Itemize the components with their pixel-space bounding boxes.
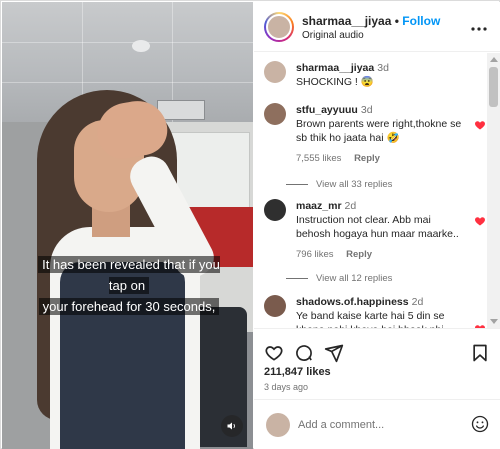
comment-item: stfu_ayyuuu 3d Brown parents were right,t… xyxy=(264,103,486,173)
comment-time: 3d xyxy=(360,104,373,116)
comment-text: Instruction not clear. Abb mai behosh ho… xyxy=(296,214,459,240)
comments-scrollbar[interactable] xyxy=(487,53,500,328)
heart-outline-icon[interactable] xyxy=(264,343,284,363)
follow-button[interactable]: Follow xyxy=(402,14,440,28)
view-replies-label: View all 33 replies xyxy=(316,179,393,190)
caption-line-1: It has been revealed that if you tap on xyxy=(38,256,220,294)
separator-dot: • xyxy=(394,14,399,28)
comment-username[interactable]: maaz_mr xyxy=(296,200,342,212)
video-caption: It has been revealed that if you tap on … xyxy=(30,254,228,317)
ceiling-light xyxy=(132,40,150,52)
heart-filled-icon[interactable] xyxy=(474,215,486,227)
heart-filled-icon[interactable] xyxy=(474,119,486,131)
post-dialog: It has been revealed that if you tap on … xyxy=(0,0,500,449)
emoji-icon[interactable] xyxy=(470,414,490,434)
comment-text: SHOCKING ! 😨 xyxy=(296,76,374,88)
comment-body: stfu_ayyuuu 3d Brown parents were right,t… xyxy=(296,103,464,166)
comments-list[interactable]: sharmaa__jiyaa 3d SHOCKING ! 😨 stfu_ayyuu… xyxy=(254,53,500,328)
comment-item: maaz_mr 2d Instruction not clear. Abb mai… xyxy=(264,199,486,269)
paper-plane-icon[interactable] xyxy=(324,343,344,363)
comment-username[interactable]: stfu_ayyuuu xyxy=(296,104,358,116)
comment-likes[interactable]: 796 likes xyxy=(296,249,334,260)
audio-link[interactable]: Original audio xyxy=(302,30,364,41)
add-comment-bar xyxy=(254,399,500,449)
view-replies-button[interactable]: View all 33 replies xyxy=(286,179,392,190)
author-username[interactable]: sharmaa__jiyaa xyxy=(302,14,391,28)
caption-line-2: your forehead for 30 seconds, xyxy=(38,298,220,315)
comment-time: 2d xyxy=(344,200,357,212)
comment-avatar[interactable] xyxy=(264,61,286,83)
view-replies-label: View all 12 replies xyxy=(316,273,393,284)
comment-username[interactable]: shadows.of.happiness xyxy=(296,296,409,308)
mute-button[interactable] xyxy=(221,415,243,437)
comment-avatar[interactable] xyxy=(264,199,286,221)
comment-item: shadows.of.happiness 2d Ye band kaise kar… xyxy=(264,295,486,328)
comment-meta: 7,555 likes Reply xyxy=(296,152,464,166)
post-time: 3 days ago xyxy=(264,382,309,392)
post-header: sharmaa__jiyaa • Follow Original audio xyxy=(254,2,500,52)
current-user-avatar xyxy=(266,413,290,437)
comment-body: sharmaa__jiyaa 3d SHOCKING ! 😨 xyxy=(296,61,464,89)
comment-meta: 796 likes Reply xyxy=(296,248,464,262)
scroll-down-arrow[interactable] xyxy=(490,319,498,324)
scroll-thumb[interactable] xyxy=(489,67,498,107)
comment-likes[interactable]: 7,555 likes xyxy=(296,153,341,164)
scroll-up-arrow[interactable] xyxy=(490,57,498,62)
more-horizontal-icon xyxy=(471,27,487,31)
comment-username[interactable]: sharmaa__jiyaa xyxy=(296,62,374,74)
reply-button[interactable]: Reply xyxy=(346,249,372,260)
reel-video[interactable]: It has been revealed that if you tap on … xyxy=(2,2,253,449)
reply-button[interactable]: Reply xyxy=(354,153,380,164)
author-avatar[interactable] xyxy=(264,12,294,42)
comment-item: sharmaa__jiyaa 3d SHOCKING ! 😨 xyxy=(264,61,486,101)
comment-body: shadows.of.happiness 2d Ye band kaise kar… xyxy=(296,295,464,328)
comment-avatar[interactable] xyxy=(264,295,286,317)
comment-input[interactable] xyxy=(298,416,458,434)
author-line: sharmaa__jiyaa • Follow xyxy=(302,14,440,28)
comment-time: 3d xyxy=(377,62,389,74)
bookmark-icon[interactable] xyxy=(470,343,490,363)
comment-icon[interactable] xyxy=(294,343,314,363)
comment-avatar[interactable] xyxy=(264,103,286,125)
view-replies-button[interactable]: View all 12 replies xyxy=(286,273,392,284)
likes-count[interactable]: 211,847 likes xyxy=(264,366,331,378)
more-options-button[interactable] xyxy=(470,19,488,37)
comment-time: 2d xyxy=(411,296,424,308)
comment-text: Brown parents were right,thokne se sb th… xyxy=(296,118,462,144)
comment-body: maaz_mr 2d Instruction not clear. Abb mai… xyxy=(296,199,464,262)
comment-text: Ye band kaise karte hai 5 din se khana n… xyxy=(296,310,445,328)
post-side-panel: sharmaa__jiyaa • Follow Original audio s… xyxy=(254,2,500,449)
speaker-icon xyxy=(227,422,235,430)
